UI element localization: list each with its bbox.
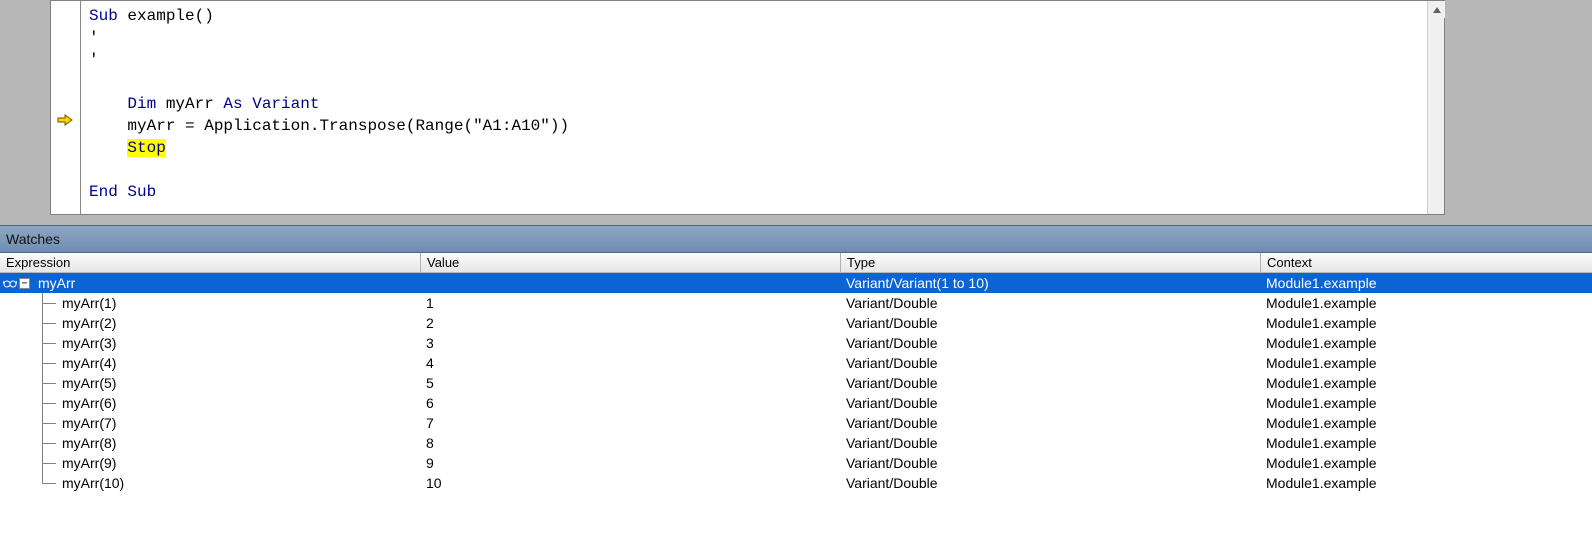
- watch-expression: myArr(8): [60, 435, 116, 451]
- watch-row-child[interactable]: myArr(1) 1Variant/DoubleModule1.example: [0, 293, 1592, 313]
- watch-expression: myArr(5): [60, 375, 116, 391]
- watch-value: 2: [420, 315, 840, 331]
- header-value[interactable]: Value: [420, 253, 840, 272]
- execution-pointer-icon: [57, 114, 73, 129]
- watch-context: Module1.example: [1260, 475, 1592, 491]
- watch-value: 10: [420, 475, 840, 491]
- watch-row-child[interactable]: myArr(2) 2Variant/DoubleModule1.example: [0, 313, 1592, 333]
- watch-row-child[interactable]: myArr(8) 8Variant/DoubleModule1.example: [0, 433, 1592, 453]
- watch-context: Module1.example: [1260, 355, 1592, 371]
- watch-row-child[interactable]: myArr(4) 4Variant/DoubleModule1.example: [0, 353, 1592, 373]
- watch-type: Variant/Double: [840, 415, 1260, 431]
- watch-row-child[interactable]: myArr(5) 5Variant/DoubleModule1.example: [0, 373, 1592, 393]
- watch-type: Variant/Double: [840, 455, 1260, 471]
- watches-grid: Expression Value Type Context − myArr Va…: [0, 253, 1592, 493]
- watch-value: 3: [420, 335, 840, 351]
- watch-type: Variant/Double: [840, 355, 1260, 371]
- watch-context: Module1.example: [1260, 335, 1592, 351]
- watch-expression: myArr: [36, 275, 75, 291]
- watch-value: 4: [420, 355, 840, 371]
- collapse-box-icon[interactable]: −: [19, 278, 30, 289]
- watch-expression: myArr(4): [60, 355, 116, 371]
- code-gutter[interactable]: [51, 1, 81, 214]
- watch-expression: myArr(9): [60, 455, 116, 471]
- watch-context: Module1.example: [1260, 455, 1592, 471]
- watch-value: 8: [420, 435, 840, 451]
- code-editor[interactable]: Sub example()'' Dim myArr As Variant myA…: [81, 1, 1444, 214]
- watch-expression: myArr(10): [60, 475, 124, 491]
- watch-row-child[interactable]: myArr(3) 3Variant/DoubleModule1.example: [0, 333, 1592, 353]
- watch-value: 5: [420, 375, 840, 391]
- watch-type: Variant/Double: [840, 395, 1260, 411]
- watch-context: Module1.example: [1260, 275, 1592, 291]
- watch-row-child[interactable]: myArr(9) 9Variant/DoubleModule1.example: [0, 453, 1592, 473]
- watch-expression: myArr(7): [60, 415, 116, 431]
- watches-panel-title: Watches: [0, 225, 1592, 253]
- watch-row-child[interactable]: myArr(6) 6Variant/DoubleModule1.example: [0, 393, 1592, 413]
- watch-context: Module1.example: [1260, 415, 1592, 431]
- watch-type: Variant/Double: [840, 475, 1260, 491]
- watch-type: Variant/Double: [840, 435, 1260, 451]
- watch-type: Variant/Double: [840, 295, 1260, 311]
- header-type[interactable]: Type: [840, 253, 1260, 272]
- watch-type: Variant/Double: [840, 335, 1260, 351]
- header-expression[interactable]: Expression: [0, 253, 420, 272]
- watch-expression: myArr(1): [60, 295, 116, 311]
- watch-context: Module1.example: [1260, 295, 1592, 311]
- watch-type: Variant/Double: [840, 375, 1260, 391]
- watch-expression: myArr(3): [60, 335, 116, 351]
- watch-context: Module1.example: [1260, 395, 1592, 411]
- watch-value: 9: [420, 455, 840, 471]
- watch-row-root[interactable]: − myArr Variant/Variant(1 to 10) Module1…: [0, 273, 1592, 293]
- watch-row-child[interactable]: myArr(10) 10Variant/DoubleModule1.example: [0, 473, 1592, 493]
- watch-row-child[interactable]: myArr(7) 7Variant/DoubleModule1.example: [0, 413, 1592, 433]
- header-context[interactable]: Context: [1260, 253, 1592, 272]
- watches-header-row: Expression Value Type Context: [0, 253, 1592, 273]
- watch-glasses-icon: [3, 277, 17, 289]
- watch-value: 1: [420, 295, 840, 311]
- watch-expression: myArr(6): [60, 395, 116, 411]
- watch-type: Variant/Variant(1 to 10): [840, 275, 1260, 291]
- watch-context: Module1.example: [1260, 375, 1592, 391]
- scroll-up-icon[interactable]: [1428, 1, 1445, 18]
- code-area-container: Sub example()'' Dim myArr As Variant myA…: [0, 0, 1592, 225]
- watch-type: Variant/Double: [840, 315, 1260, 331]
- watch-context: Module1.example: [1260, 435, 1592, 451]
- watch-expression: myArr(2): [60, 315, 116, 331]
- watch-value: 6: [420, 395, 840, 411]
- watch-value: 7: [420, 415, 840, 431]
- watch-context: Module1.example: [1260, 315, 1592, 331]
- vertical-scrollbar[interactable]: [1427, 1, 1444, 214]
- code-window: Sub example()'' Dim myArr As Variant myA…: [50, 0, 1445, 215]
